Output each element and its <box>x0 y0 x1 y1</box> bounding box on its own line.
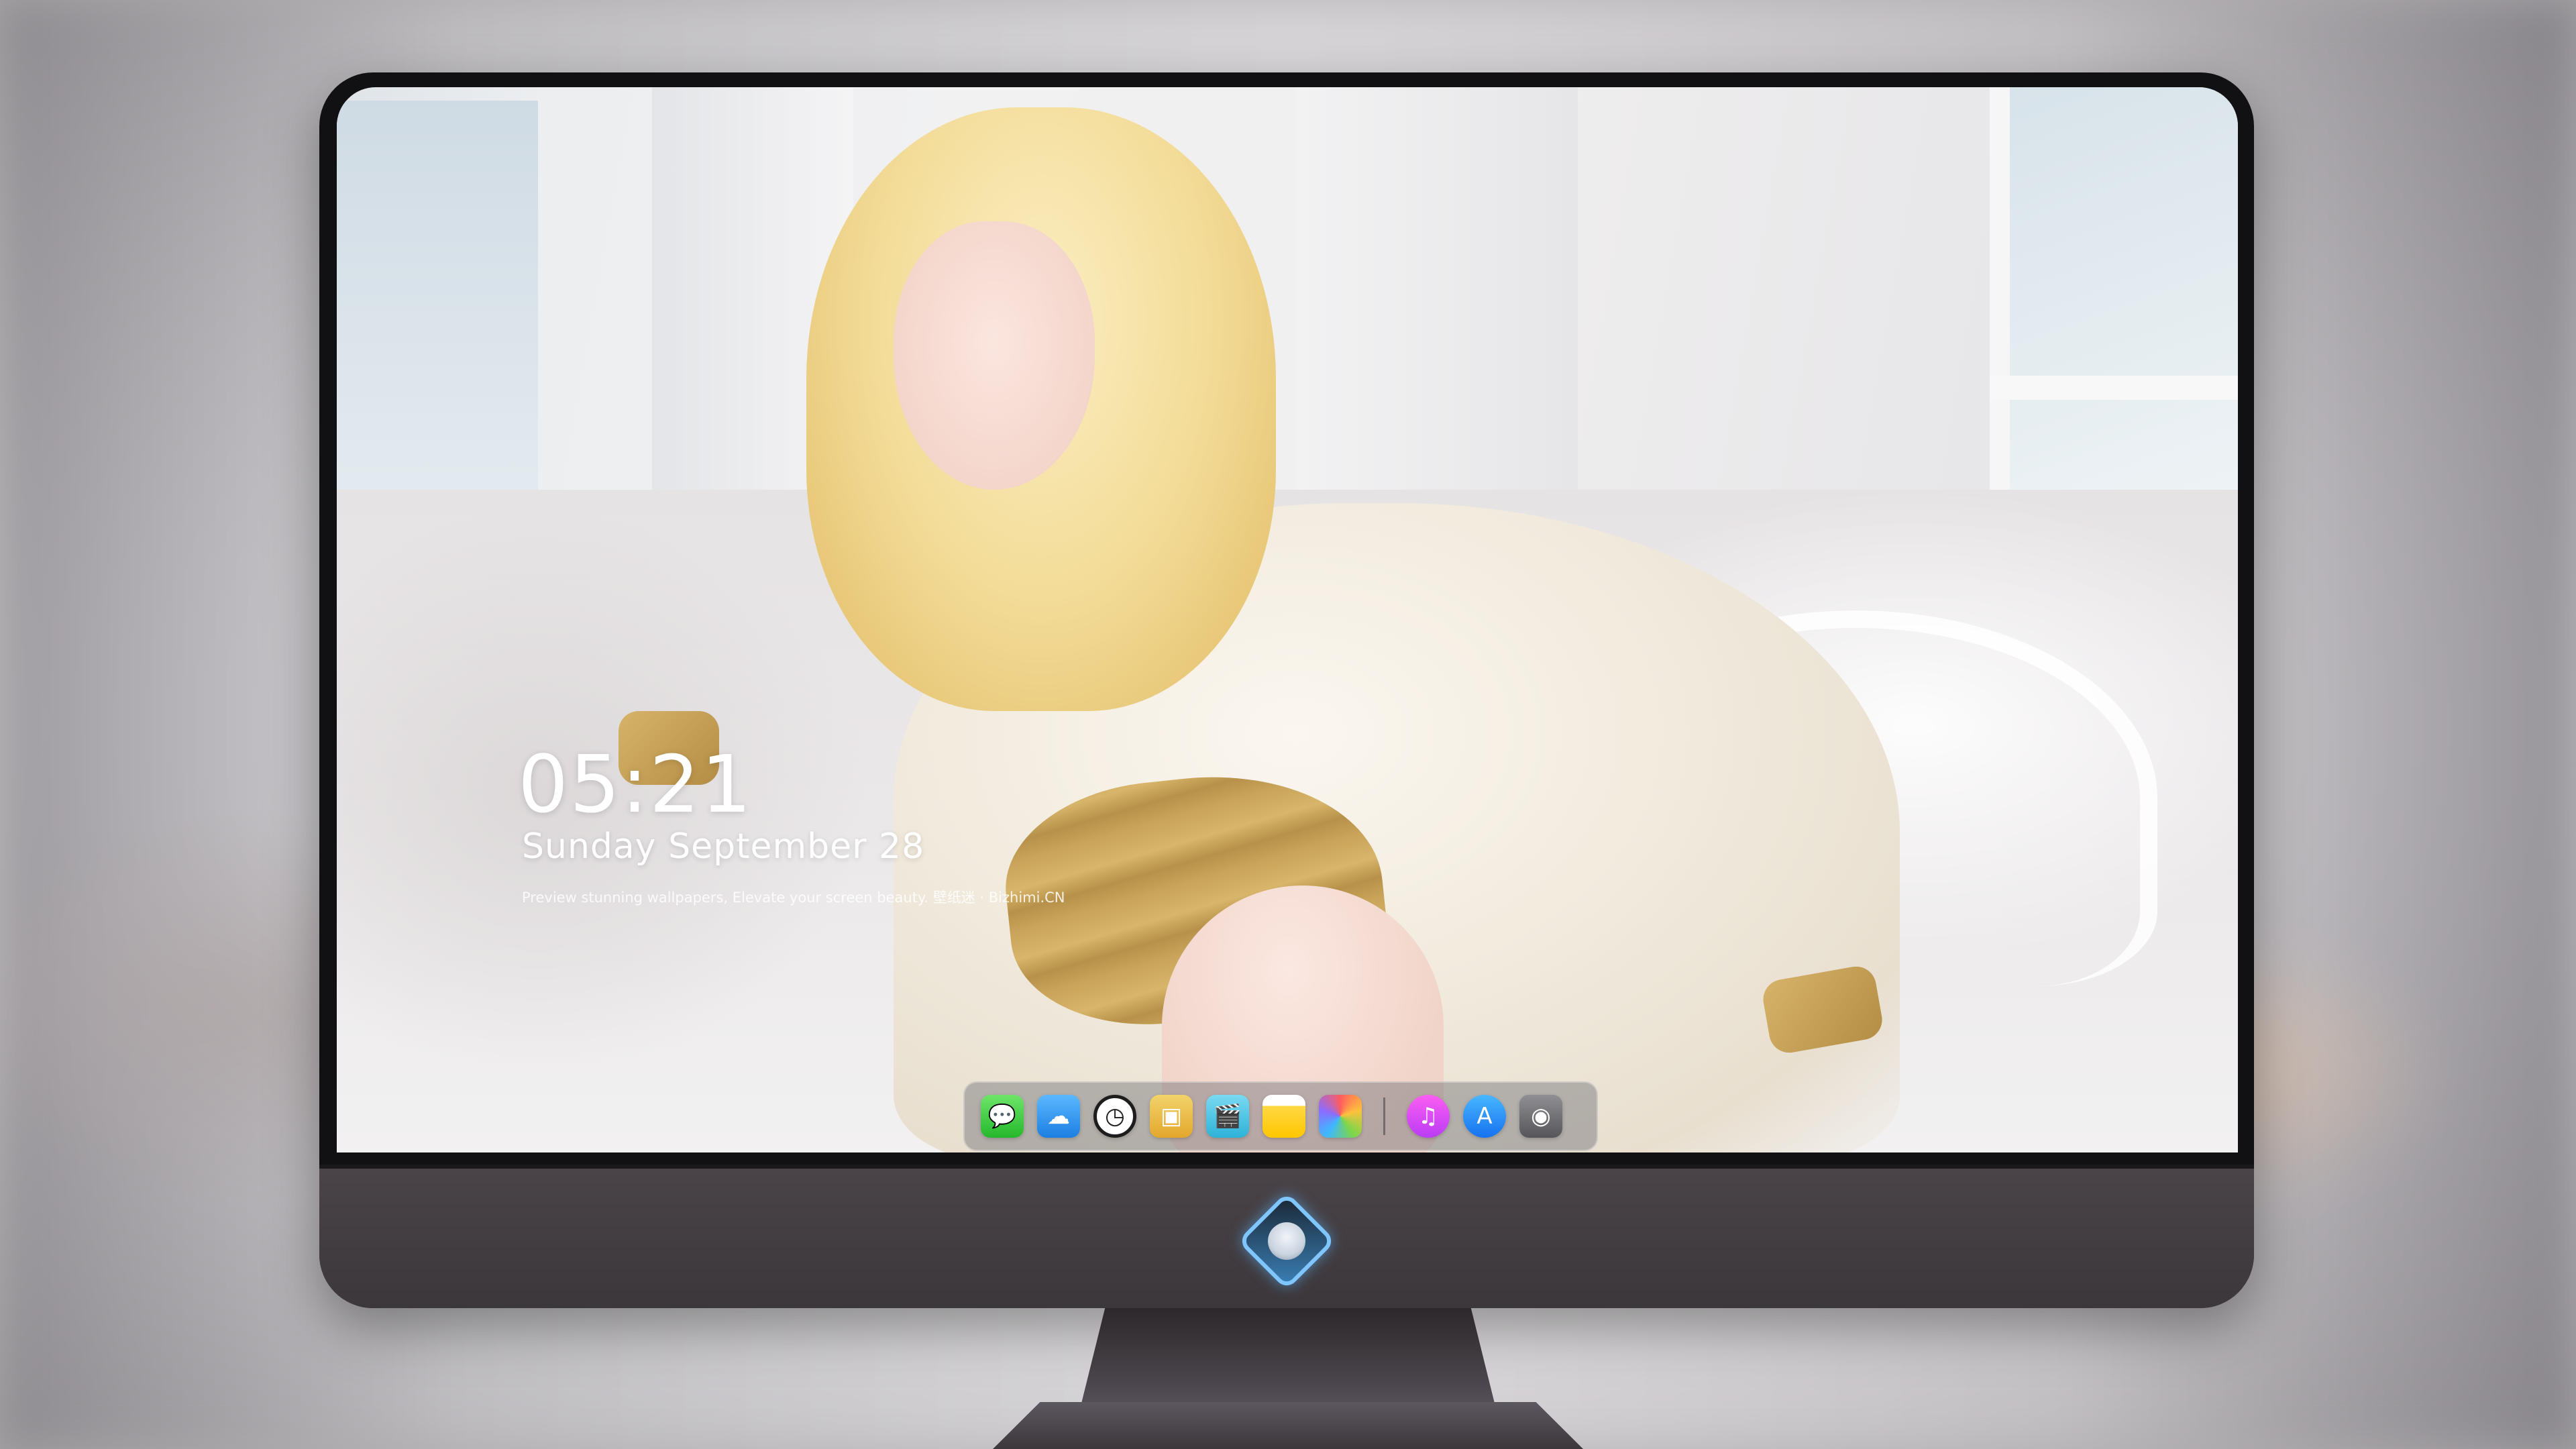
app-store-icon[interactable]: A <box>1463 1095 1506 1138</box>
monitor-stand-base <box>993 1402 1583 1449</box>
music-icon[interactable]: ♫ <box>1407 1095 1450 1138</box>
preview-icon[interactable]: ▣ <box>1150 1095 1193 1138</box>
brand-logo-icon <box>1237 1191 1336 1291</box>
lock-clock: 05:21 <box>518 738 753 830</box>
dock: 💬 ☁ ◷ ▣ 🎬 ♫ A ◉ <box>963 1081 1598 1151</box>
camera-icon[interactable]: ◉ <box>1519 1095 1562 1138</box>
brand-logo-face <box>1268 1222 1305 1260</box>
messages-icon[interactable]: 💬 <box>981 1095 1024 1138</box>
weather-icon[interactable]: ☁ <box>1037 1095 1080 1138</box>
wallpaper-figure-face <box>894 221 1095 490</box>
lock-screen[interactable]: 05:21 Sunday September 28 Preview stunni… <box>337 87 2238 1152</box>
wallpaper-tagline: Preview stunning wallpapers, Elevate you… <box>522 890 1065 906</box>
monitor-stand-neck <box>1080 1308 1496 1409</box>
monitor-chin <box>319 1165 2254 1308</box>
notes-icon[interactable] <box>1263 1095 1305 1138</box>
clips-icon[interactable]: 🎬 <box>1206 1095 1249 1138</box>
lock-date: Sunday September 28 <box>522 826 925 867</box>
monitor: 05:21 Sunday September 28 Preview stunni… <box>319 72 2254 1308</box>
photos-icon[interactable] <box>1319 1095 1362 1138</box>
dock-separator <box>1383 1097 1385 1135</box>
clock-icon[interactable]: ◷ <box>1093 1095 1136 1138</box>
wallpaper <box>337 87 2238 1152</box>
wallpaper-window-mullion <box>1990 376 2238 400</box>
